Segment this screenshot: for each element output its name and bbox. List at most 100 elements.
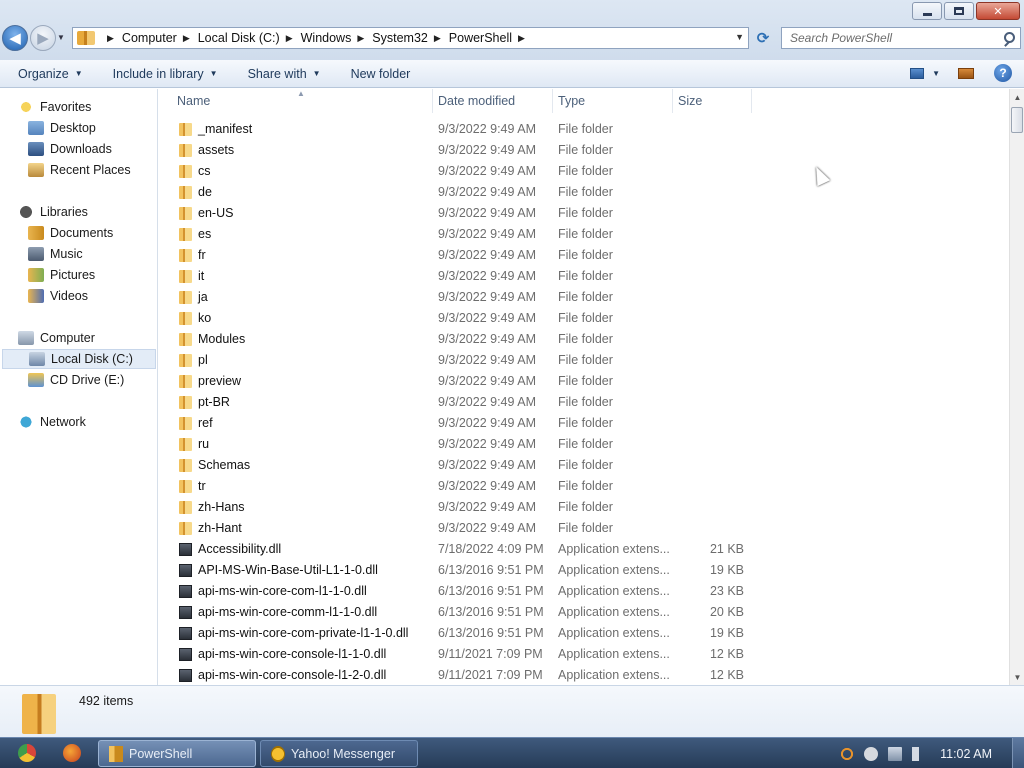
nav-cd-drive[interactable]: CD Drive (E:) <box>28 370 124 390</box>
nav-local-disk[interactable]: Local Disk (C:) <box>2 349 156 369</box>
folder-row[interactable]: ko 9/3/2022 9:49 AM File folder <box>159 308 759 329</box>
include-in-library-label: Include in library <box>112 66 204 81</box>
volume-icon[interactable] <box>912 746 927 761</box>
breadcrumb-powershell[interactable]: PowerShell ▶ <box>449 31 533 45</box>
folder-row[interactable]: fr 9/3/2022 9:49 AM File folder <box>159 245 759 266</box>
refresh-button[interactable]: ⟳ <box>752 28 774 48</box>
breadcrumb-system32[interactable]: System32 ▶ <box>372 31 449 45</box>
search-input[interactable] <box>790 31 995 45</box>
clock[interactable]: 11:02 AM <box>940 747 992 761</box>
file-row[interactable]: Accessibility.dll 7/18/2022 4:09 PM Applic… <box>159 539 759 560</box>
recent-pages-dropdown[interactable]: ▼ <box>57 33 65 42</box>
file-row[interactable]: api-ms-win-core-console-l1-2-0.dll 9/11/2… <box>159 665 759 685</box>
search-box[interactable] <box>781 27 1021 49</box>
messenger-tray-icon[interactable] <box>864 746 879 761</box>
back-button[interactable]: ◀ <box>2 25 28 51</box>
breadcrumb-computer[interactable]: Computer ▶ <box>122 31 198 45</box>
address-history-dropdown[interactable]: ▼ <box>735 32 744 42</box>
column-divider[interactable] <box>672 89 673 113</box>
folder-icon <box>77 31 95 45</box>
folder-row[interactable]: Modules 9/3/2022 9:49 AM File folder <box>159 329 759 350</box>
column-header-size[interactable]: Size <box>678 94 702 112</box>
nav-videos[interactable]: Videos <box>28 286 88 306</box>
command-bar: Organize ▼ Include in library ▼ Share with… <box>0 60 1024 88</box>
folder-row[interactable]: de 9/3/2022 9:49 AM File folder <box>159 182 759 203</box>
file-row[interactable]: api-ms-win-core-com-l1-1-0.dll 6/13/2016 … <box>159 581 759 602</box>
chevron-right-icon[interactable]: ▶ <box>518 33 525 44</box>
change-view-icon[interactable] <box>910 67 925 79</box>
folder-row[interactable]: pt-BR 9/3/2022 9:49 AM File folder <box>159 392 759 413</box>
taskbar-button-yahoo-messenger[interactable]: Yahoo! Messenger <box>260 740 418 767</box>
view-options-dropdown[interactable]: ▼ <box>932 69 940 78</box>
column-header-type[interactable]: Type <box>558 94 585 112</box>
chrome-icon[interactable] <box>18 744 36 762</box>
nav-music[interactable]: Music <box>28 244 83 264</box>
chevron-right-icon[interactable]: ▶ <box>286 33 293 44</box>
column-header-name[interactable]: Name <box>177 94 210 112</box>
back-arrow-icon: ◀ <box>9 30 21 47</box>
folder-row[interactable]: es 9/3/2022 9:49 AM File folder <box>159 224 759 245</box>
file-row[interactable]: api-ms-win-core-com-private-l1-1-0.dll 6/… <box>159 623 759 644</box>
column-divider[interactable] <box>432 89 433 113</box>
folder-row[interactable]: zh-Hans 9/3/2022 9:49 AM File folder <box>159 497 759 518</box>
folder-row[interactable]: _manifest 9/3/2022 9:49 AM File folder <box>159 119 759 140</box>
close-button[interactable]: ✕ <box>976 2 1020 20</box>
folder-row[interactable]: en-US 9/3/2022 9:49 AM File folder <box>159 203 759 224</box>
search-tray-icon[interactable] <box>840 746 855 761</box>
column-divider[interactable] <box>552 89 553 113</box>
vertical-scrollbar[interactable]: ▲ ▼ <box>1009 89 1024 685</box>
include-in-library-button[interactable]: Include in library ▼ <box>113 67 218 81</box>
folder-row[interactable]: Schemas 9/3/2022 9:49 AM File folder <box>159 455 759 476</box>
nav-desktop[interactable]: Desktop <box>28 118 96 138</box>
show-desktop-button[interactable] <box>1012 738 1024 768</box>
nav-favorites[interactable]: Favorites <box>18 97 91 117</box>
chevron-right-icon[interactable]: ▶ <box>357 33 364 44</box>
scroll-down-button[interactable]: ▼ <box>1010 669 1024 685</box>
preview-pane-icon[interactable] <box>958 67 974 79</box>
nav-pictures[interactable]: Pictures <box>28 265 95 285</box>
folder-row[interactable]: it 9/3/2022 9:49 AM File folder <box>159 266 759 287</box>
scroll-thumb[interactable] <box>1011 107 1023 133</box>
taskbar-button-powershell[interactable]: PowerShell <box>98 740 256 767</box>
folder-row[interactable]: pl 9/3/2022 9:49 AM File folder <box>159 350 759 371</box>
folder-row[interactable]: cs 9/3/2022 9:49 AM File folder <box>159 161 759 182</box>
folder-row[interactable]: preview 9/3/2022 9:49 AM File folder <box>159 371 759 392</box>
new-folder-button[interactable]: New folder <box>351 67 411 81</box>
address-bar[interactable]: ▶ Computer ▶ Local Disk (C:) ▶ Windows ▶ Sy… <box>72 27 749 49</box>
folder-row[interactable]: ref 9/3/2022 9:49 AM File folder <box>159 413 759 434</box>
chevron-right-icon[interactable]: ▶ <box>434 33 441 44</box>
folder-row[interactable]: zh-Hant 9/3/2022 9:49 AM File folder <box>159 518 759 539</box>
maximize-button[interactable] <box>944 2 974 20</box>
nav-recent-places[interactable]: Recent Places <box>28 160 131 180</box>
file-row[interactable]: api-ms-win-core-comm-l1-1-0.dll 6/13/2016… <box>159 602 759 623</box>
column-divider[interactable] <box>751 89 752 113</box>
nav-computer[interactable]: Computer <box>18 328 95 348</box>
forward-button[interactable]: ▶ <box>30 25 56 51</box>
breadcrumb-root-chevron[interactable]: ▶ <box>101 33 122 44</box>
network-tray-icon[interactable] <box>888 746 903 761</box>
nav-documents[interactable]: Documents <box>28 223 113 243</box>
organize-button[interactable]: Organize ▼ <box>18 67 83 81</box>
nav-downloads[interactable]: Downloads <box>28 139 112 159</box>
scroll-up-button[interactable]: ▲ <box>1010 89 1024 105</box>
help-icon[interactable]: ? <box>994 64 1012 82</box>
file-name: api-ms-win-core-comm-l1-1-0.dll <box>198 605 378 619</box>
file-date-modified: 9/3/2022 9:49 AM <box>438 248 536 262</box>
breadcrumb-local-disk[interactable]: Local Disk (C:) ▶ <box>198 31 301 45</box>
folder-row[interactable]: ru 9/3/2022 9:49 AM File folder <box>159 434 759 455</box>
nav-network[interactable]: Network <box>18 412 86 432</box>
breadcrumb-windows[interactable]: Windows ▶ <box>301 31 373 45</box>
firefox-icon[interactable] <box>63 744 81 762</box>
file-row[interactable]: api-ms-win-core-console-l1-1-0.dll 9/11/2… <box>159 644 759 665</box>
folder-row[interactable]: ja 9/3/2022 9:49 AM File folder <box>159 287 759 308</box>
search-icon[interactable] <box>1004 32 1015 43</box>
share-with-button[interactable]: Share with ▼ <box>248 67 321 81</box>
folder-row[interactable]: assets 9/3/2022 9:49 AM File folder <box>159 140 759 161</box>
nav-libraries[interactable]: Libraries <box>18 202 88 222</box>
folder-row[interactable]: tr 9/3/2022 9:49 AM File folder <box>159 476 759 497</box>
file-row[interactable]: API-MS-Win-Base-Util-L1-1-0.dll 6/13/2016… <box>159 560 759 581</box>
chevron-right-icon[interactable]: ▶ <box>183 33 190 44</box>
minimize-button[interactable] <box>912 2 942 20</box>
nav-label: CD Drive (E:) <box>50 373 125 387</box>
column-header-date-modified[interactable]: Date modified <box>438 94 515 112</box>
